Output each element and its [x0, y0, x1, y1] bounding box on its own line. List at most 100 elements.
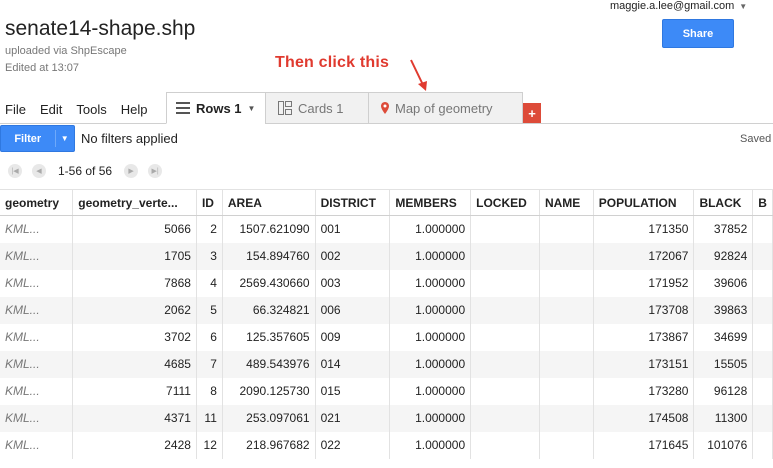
table-cell[interactable]: 125.357605 — [222, 323, 316, 351]
table-cell[interactable]: 171350 — [593, 215, 695, 243]
column-header[interactable]: LOCKED — [470, 189, 540, 216]
table-cell[interactable] — [470, 296, 540, 324]
column-header[interactable]: MEMBERS — [389, 189, 472, 216]
table-cell[interactable]: 4 — [196, 269, 223, 297]
table-cell[interactable]: KML... — [0, 377, 74, 405]
table-cell[interactable] — [539, 350, 594, 378]
table-cell[interactable]: 001 — [315, 215, 391, 243]
last-page-icon[interactable]: ▶| — [148, 164, 163, 178]
tab-rows[interactable]: Rows 1 ▼ — [166, 92, 266, 124]
chevron-down-icon[interactable]: ▼ — [248, 104, 256, 113]
table-cell[interactable] — [539, 215, 594, 243]
table-cell[interactable] — [752, 296, 773, 324]
table-cell[interactable] — [539, 323, 594, 351]
table-cell[interactable]: 015 — [315, 377, 391, 405]
table-cell[interactable]: 1.000000 — [389, 323, 472, 351]
table-cell[interactable]: KML... — [0, 431, 74, 459]
table-cell[interactable]: 12 — [196, 431, 223, 459]
table-row[interactable]: KML... 3702 6 125.357605 009 1.000000 173867 34… — [0, 323, 773, 351]
table-cell[interactable] — [539, 404, 594, 432]
table-cell[interactable] — [539, 431, 594, 459]
menu-edit[interactable]: Edit — [40, 102, 62, 117]
table-cell[interactable] — [539, 296, 594, 324]
table-cell[interactable] — [752, 323, 773, 351]
table-cell[interactable] — [752, 350, 773, 378]
menu-file[interactable]: File — [5, 102, 26, 117]
table-cell[interactable]: 11300 — [693, 404, 754, 432]
table-cell[interactable]: 1705 — [72, 242, 197, 270]
account-menu[interactable]: maggie.a.lee@gmail.com ▼ — [610, 0, 747, 12]
column-header[interactable]: B — [752, 189, 773, 216]
table-cell[interactable]: 3 — [196, 242, 223, 270]
table-cell[interactable]: 2428 — [72, 431, 197, 459]
table-cell[interactable]: 171952 — [593, 269, 695, 297]
table-cell[interactable]: 172067 — [593, 242, 695, 270]
table-cell[interactable]: 173151 — [593, 350, 695, 378]
table-cell[interactable]: 3702 — [72, 323, 197, 351]
table-cell[interactable]: 11 — [196, 404, 223, 432]
table-cell[interactable]: 173867 — [593, 323, 695, 351]
table-cell[interactable] — [752, 215, 773, 243]
table-cell[interactable]: 7111 — [72, 377, 197, 405]
table-cell[interactable] — [752, 404, 773, 432]
table-cell[interactable]: 2569.430660 — [222, 269, 316, 297]
table-cell[interactable]: 15505 — [693, 350, 754, 378]
table-cell[interactable]: 1.000000 — [389, 404, 472, 432]
table-cell[interactable]: 96128 — [693, 377, 754, 405]
table-cell[interactable]: 7868 — [72, 269, 197, 297]
table-cell[interactable]: 1.000000 — [389, 296, 472, 324]
table-cell[interactable]: 009 — [315, 323, 391, 351]
table-cell[interactable] — [752, 242, 773, 270]
table-cell[interactable] — [539, 242, 594, 270]
table-cell[interactable]: 2062 — [72, 296, 197, 324]
table-cell[interactable]: KML... — [0, 404, 74, 432]
table-cell[interactable]: 34699 — [693, 323, 754, 351]
table-row[interactable]: KML... 2062 5 66.324821 006 1.000000 173708 398… — [0, 296, 773, 324]
table-cell[interactable] — [752, 431, 773, 459]
table-cell[interactable]: 1.000000 — [389, 350, 472, 378]
column-header[interactable]: ID — [196, 189, 223, 216]
table-row[interactable]: KML... 4371 11 253.097061 021 1.000000 174508 1… — [0, 404, 773, 432]
menu-tools[interactable]: Tools — [76, 102, 106, 117]
table-cell[interactable]: 489.543976 — [222, 350, 316, 378]
table-cell[interactable] — [470, 215, 540, 243]
column-header[interactable]: NAME — [539, 189, 594, 216]
table-cell[interactable]: KML... — [0, 215, 74, 243]
table-cell[interactable]: 006 — [315, 296, 391, 324]
menu-help[interactable]: Help — [121, 102, 148, 117]
table-cell[interactable]: 253.097061 — [222, 404, 316, 432]
table-cell[interactable] — [752, 269, 773, 297]
table-cell[interactable]: 003 — [315, 269, 391, 297]
table-cell[interactable]: 101076 — [693, 431, 754, 459]
table-row[interactable]: KML... 7111 8 2090.125730 015 1.000000 173280 9… — [0, 377, 773, 405]
table-cell[interactable]: 173280 — [593, 377, 695, 405]
column-header[interactable]: AREA — [222, 189, 316, 216]
column-header[interactable]: POPULATION — [593, 189, 695, 216]
table-cell[interactable] — [470, 323, 540, 351]
table-cell[interactable]: 218.967682 — [222, 431, 316, 459]
table-cell[interactable] — [470, 431, 540, 459]
chevron-down-icon[interactable]: ▼ — [56, 134, 75, 143]
prev-page-icon[interactable]: ◀ — [32, 164, 46, 178]
table-cell[interactable] — [752, 377, 773, 405]
table-cell[interactable]: 1.000000 — [389, 377, 472, 405]
table-cell[interactable] — [470, 404, 540, 432]
table-row[interactable]: KML... 4685 7 489.543976 014 1.000000 173151 15… — [0, 350, 773, 378]
table-cell[interactable] — [470, 242, 540, 270]
table-cell[interactable]: 7 — [196, 350, 223, 378]
table-cell[interactable]: 39863 — [693, 296, 754, 324]
table-cell[interactable]: 1.000000 — [389, 269, 472, 297]
column-header[interactable]: geometry — [0, 189, 74, 216]
table-cell[interactable]: 022 — [315, 431, 391, 459]
table-row[interactable]: KML... 7868 4 2569.430660 003 1.000000 171952 3… — [0, 269, 773, 297]
table-cell[interactable]: 2 — [196, 215, 223, 243]
table-cell[interactable]: 171645 — [593, 431, 695, 459]
table-cell[interactable] — [539, 377, 594, 405]
table-row[interactable]: KML... 1705 3 154.894760 002 1.000000 172067 92… — [0, 242, 773, 270]
column-header[interactable]: BLACK — [693, 189, 754, 216]
table-row[interactable]: KML... 5066 2 1507.621090 001 1.000000 171350 3… — [0, 215, 773, 243]
table-cell[interactable]: KML... — [0, 296, 74, 324]
table-cell[interactable]: 6 — [196, 323, 223, 351]
tab-cards[interactable]: Cards 1 — [265, 92, 369, 124]
table-cell[interactable]: KML... — [0, 323, 74, 351]
